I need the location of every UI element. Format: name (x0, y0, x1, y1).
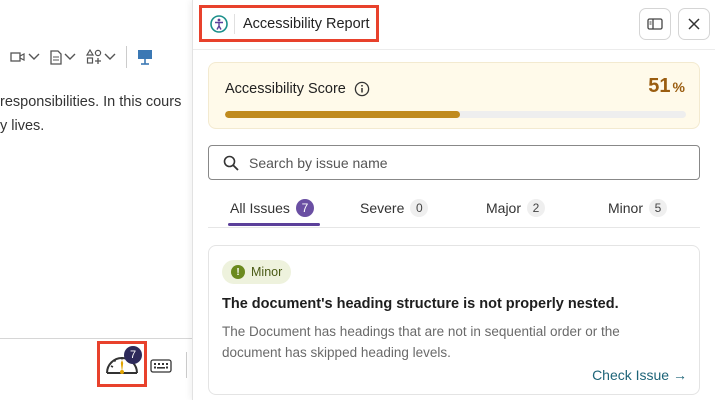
search-input[interactable] (249, 154, 649, 171)
tab-count-badge: 0 (410, 199, 429, 217)
title-divider (234, 13, 235, 34)
presentation-icon (138, 50, 152, 65)
document-editor: responsibilities. In this cours y lives.… (0, 0, 192, 400)
accessibility-icon (210, 14, 228, 33)
score-unit: % (672, 79, 685, 95)
score-value: 51% (648, 75, 685, 98)
check-issue-link[interactable]: Check Issue → (592, 367, 687, 383)
tab-label: All Issues (230, 200, 290, 216)
severity-badge: ! Minor (222, 260, 292, 284)
tab-label: Minor (608, 200, 644, 216)
tab-major[interactable]: Major 2 (486, 196, 546, 220)
document-line: y lives. (0, 118, 45, 134)
document-body-text: responsibilities. In this cours y lives. (0, 90, 192, 138)
panel-title-area: Accessibility Report (199, 5, 379, 42)
severity-label: Minor (251, 265, 283, 279)
score-number: 51 (648, 75, 671, 97)
tab-label: Major (486, 200, 522, 216)
score-progress-bar (225, 111, 686, 118)
keyboard-shortcuts-button[interactable] (150, 358, 172, 379)
insert-media-dropdown[interactable] (10, 50, 40, 64)
sidebar-toggle-icon (647, 18, 663, 30)
panel-title: Accessibility Report (243, 15, 370, 32)
accessibility-score-card: Accessibility Score 51% (208, 62, 700, 129)
issue-card[interactable]: ! Minor The document's heading structure… (208, 245, 700, 395)
close-icon (688, 18, 700, 30)
tab-count-badge: 2 (527, 199, 546, 217)
tab-minor[interactable]: Minor 5 (608, 196, 668, 220)
panel-header: Accessibility Report (193, 0, 715, 50)
alert-icon: ! (231, 265, 245, 279)
accessibility-checker-button[interactable]: 7 (97, 341, 147, 387)
chevron-down-icon (28, 53, 40, 60)
accessibility-report-panel: Accessibility Report Accessibility Score… (192, 0, 715, 400)
score-label-text: Accessibility Score (225, 81, 346, 97)
score-label: Accessibility Score (225, 81, 370, 97)
score-progress-fill (225, 111, 461, 118)
shapes-icon (86, 49, 102, 64)
chevron-down-icon (64, 53, 76, 60)
toolbar-divider (126, 46, 127, 68)
issue-description: The Document has headings that are not i… (222, 324, 620, 360)
document-line: responsibilities. In this cours (0, 94, 182, 110)
search-icon (223, 155, 239, 171)
dock-panel-button[interactable] (639, 8, 671, 40)
issue-count-badge: 7 (124, 346, 142, 364)
status-bar-divider (186, 352, 187, 378)
info-icon[interactable] (354, 81, 370, 97)
tab-label: Severe (360, 200, 405, 216)
keyboard-icon (150, 359, 172, 373)
shapes-dropdown[interactable] (86, 49, 116, 65)
issue-title: The document's heading structure is not … (222, 296, 619, 312)
issue-tabs: All Issues 7 Severe 0 Major 2 Minor 5 (208, 190, 700, 228)
media-icon (10, 52, 25, 62)
document-icon (50, 49, 62, 65)
presentation-button[interactable] (137, 48, 153, 66)
active-tab-indicator (228, 223, 320, 226)
chevron-down-icon (104, 53, 116, 60)
tab-count-badge: 5 (649, 199, 668, 217)
editor-toolbar (0, 40, 192, 74)
tab-severe[interactable]: Severe 0 (360, 196, 429, 220)
issue-search-box[interactable] (208, 145, 700, 180)
tab-all-issues[interactable]: All Issues 7 (230, 196, 314, 220)
document-dropdown[interactable] (50, 49, 76, 65)
close-panel-button[interactable] (678, 8, 710, 40)
tab-count-badge: 7 (295, 199, 314, 217)
